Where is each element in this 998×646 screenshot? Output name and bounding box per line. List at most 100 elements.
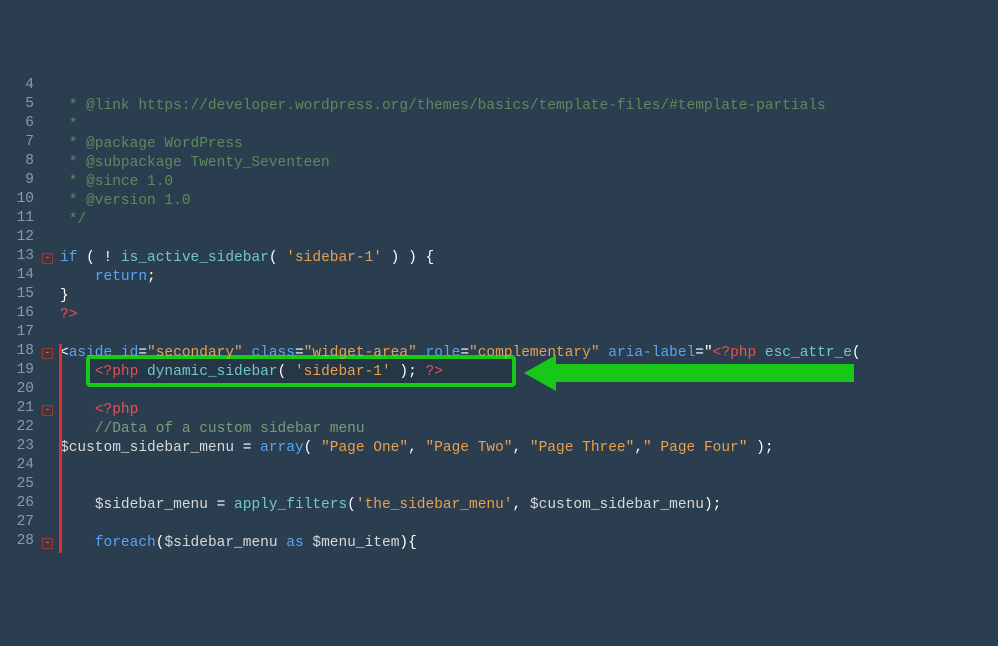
token: ) ) { <box>382 250 434 266</box>
token: <?php <box>95 364 139 380</box>
token: } <box>60 288 69 304</box>
code-line[interactable]: * @version 1.0 <box>60 192 191 211</box>
token <box>278 535 287 551</box>
change-marker <box>59 401 62 420</box>
code-line[interactable]: //Data of a custom sidebar menu <box>60 420 365 439</box>
code-line[interactable]: $custom_sidebar_menu = array( "Page One"… <box>60 439 774 458</box>
line-number: 11 <box>0 209 34 228</box>
token: foreach <box>95 535 156 551</box>
token: * @since 1.0 <box>60 174 173 190</box>
token: = <box>295 345 304 361</box>
change-marker <box>59 515 62 534</box>
token: 'sidebar-1' <box>295 364 391 380</box>
token: ( <box>269 250 286 266</box>
token: * @subpackage Twenty_Seventeen <box>60 155 330 171</box>
line-number: 19 <box>0 361 34 380</box>
fold-toggle[interactable]: - <box>42 348 53 359</box>
change-marker <box>59 344 62 363</box>
line-number-gutter: 4567891011121314151617181920212223242526… <box>0 76 42 551</box>
line-number: 18 <box>0 342 34 361</box>
line-number: 21 <box>0 399 34 418</box>
token <box>138 364 147 380</box>
token <box>756 345 765 361</box>
token: apply_filters <box>234 497 347 513</box>
line-number: 7 <box>0 133 34 152</box>
code-line[interactable]: * @package WordPress <box>60 135 243 154</box>
code-line[interactable]: <?php <box>60 401 138 420</box>
token: ( <box>852 345 861 361</box>
token <box>60 402 95 418</box>
code-line[interactable]: $sidebar_menu = apply_filters('the_sideb… <box>60 496 721 515</box>
line-number: 22 <box>0 418 34 437</box>
line-number: 20 <box>0 380 34 399</box>
code-line[interactable]: ?> <box>60 306 77 325</box>
change-marker <box>59 534 62 553</box>
token: 'sidebar-1' <box>286 250 382 266</box>
code-line[interactable]: * @since 1.0 <box>60 173 173 192</box>
token: * @version 1.0 <box>60 193 191 209</box>
line-number: 15 <box>0 285 34 304</box>
token: "Page Two" <box>425 440 512 456</box>
line-number: 4 <box>0 76 34 95</box>
token: = <box>460 345 469 361</box>
change-marker <box>59 439 62 458</box>
token: array <box>260 440 304 456</box>
change-marker <box>59 477 62 496</box>
change-marker <box>59 382 62 401</box>
token: ( ! <box>77 250 121 266</box>
code-area[interactable]: * @link https://developer.wordpress.org/… <box>54 76 998 551</box>
line-number: 6 <box>0 114 34 133</box>
code-line[interactable]: if ( ! is_active_sidebar( 'sidebar-1' ) … <box>60 249 434 268</box>
token: , <box>634 440 643 456</box>
token: ); <box>391 364 426 380</box>
token: "secondary" <box>147 345 243 361</box>
token: "Page One" <box>321 440 408 456</box>
token: , <box>408 440 425 456</box>
code-line[interactable]: * @subpackage Twenty_Seventeen <box>60 154 330 173</box>
line-number: 14 <box>0 266 34 285</box>
token: aside <box>69 345 113 361</box>
token: ){ <box>399 535 416 551</box>
code-line[interactable]: * <box>60 116 77 135</box>
fold-column: - - - - <box>42 76 54 551</box>
token: ( <box>304 440 321 456</box>
fold-toggle[interactable]: - <box>42 538 53 549</box>
token: as <box>286 535 303 551</box>
code-line[interactable]: <aside id="secondary" class="widget-area… <box>60 344 861 363</box>
line-number: 10 <box>0 190 34 209</box>
token: ?> <box>426 364 443 380</box>
token: "Page Three" <box>530 440 634 456</box>
code-editor[interactable]: 4567891011121314151617181920212223242526… <box>0 76 998 551</box>
token: dynamic_sidebar <box>147 364 278 380</box>
code-line[interactable]: foreach($sidebar_menu as $menu_item){ <box>60 534 417 553</box>
token <box>60 364 95 380</box>
fold-toggle[interactable]: - <box>42 405 53 416</box>
line-number: 23 <box>0 437 34 456</box>
arrow-annotation <box>524 355 576 431</box>
token: "complementary" <box>469 345 600 361</box>
line-number: 27 <box>0 513 34 532</box>
code-line[interactable]: return; <box>60 268 156 287</box>
line-number: 9 <box>0 171 34 190</box>
code-line[interactable]: <?php dynamic_sidebar( 'sidebar-1' ); ?> <box>60 363 443 382</box>
token: =" <box>695 345 712 361</box>
token: = <box>208 497 234 513</box>
token: " Page Four" <box>643 440 747 456</box>
token: $custom_sidebar_menu <box>60 440 234 456</box>
token: class <box>251 345 295 361</box>
line-number: 26 <box>0 494 34 513</box>
line-number: 8 <box>0 152 34 171</box>
code-line[interactable]: * @link https://developer.wordpress.org/… <box>60 97 826 116</box>
token: * @link https://developer.wordpress.org/… <box>60 98 826 114</box>
code-line[interactable]: } <box>60 287 69 306</box>
token: ; <box>147 269 156 285</box>
token <box>60 535 95 551</box>
change-marker <box>59 363 62 382</box>
token: <?php <box>95 402 139 418</box>
token <box>417 345 426 361</box>
code-line[interactable]: */ <box>60 211 86 230</box>
fold-toggle[interactable]: - <box>42 253 53 264</box>
token <box>112 345 121 361</box>
token: * @package WordPress <box>60 136 243 152</box>
token: , <box>513 440 530 456</box>
